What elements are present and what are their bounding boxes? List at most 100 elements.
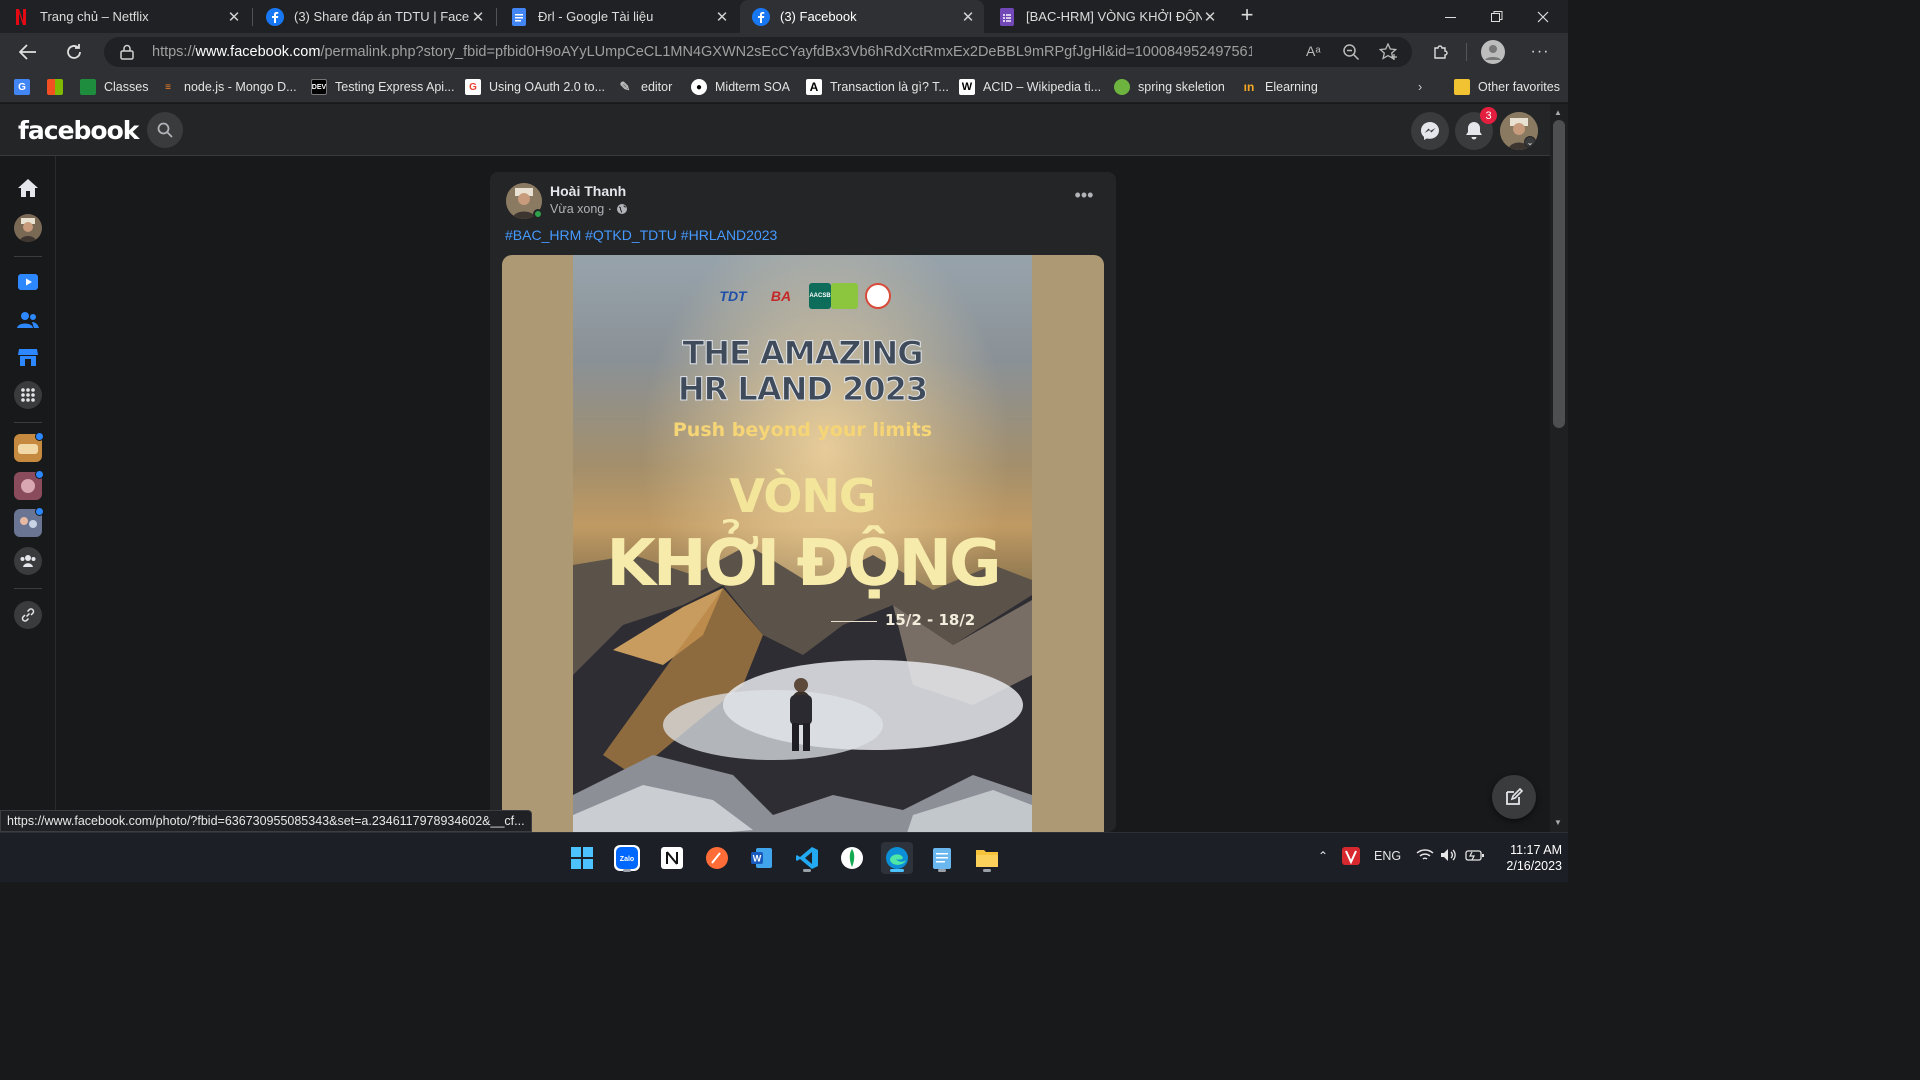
spring-icon [1114,79,1130,95]
input-language-indicator[interactable]: ENG [1374,849,1401,863]
start-button[interactable] [566,842,598,874]
read-aloud-icon[interactable]: Aᵃ [1306,43,1321,59]
bookmark-elearning[interactable]: ın Elearning [1241,77,1318,97]
zalo-app[interactable]: Zalo [611,842,643,874]
close-window-button[interactable] [1520,0,1566,33]
favorites-bar: G Classes ≡ node.js - Mongo D... DEV Testi… [0,71,1568,103]
scroll-up-arrow-icon[interactable]: ▲ [1554,108,1562,117]
notepad-icon [933,848,951,869]
browser-tab-strip: Trang chủ – Netflix ✕ (3) Share đáp án T… [0,0,1568,33]
file-explorer-app[interactable] [971,842,1003,874]
bookmarks-overflow-chevron-icon[interactable]: › [1418,77,1422,97]
zalo-icon: Zalo [614,845,640,871]
tab-title: (3) Share đáp án TDTU | Faceboo [294,9,470,24]
notepad-app[interactable] [926,842,958,874]
refresh-button[interactable] [60,39,88,65]
post-options-button[interactable]: ••• [1070,186,1098,212]
scroll-down-arrow-icon[interactable]: ▼ [1554,818,1562,827]
settings-more-icon[interactable]: ··· [1526,39,1554,65]
close-tab-icon[interactable]: ✕ [1202,8,1218,26]
online-status-dot [533,209,543,219]
link-button[interactable] [14,601,42,629]
tab-share-dap-an[interactable]: (3) Share đáp án TDTU | Faceboo ✕ [254,0,494,33]
edge-app[interactable] [881,842,913,874]
vscode-app[interactable] [791,842,823,874]
tab-google-docs[interactable]: Đrl - Google Tài liệu ✕ [498,0,738,33]
profile-avatar[interactable] [1479,39,1507,65]
mongodb-compass-app[interactable] [836,842,868,874]
tab-facebook-active[interactable]: (3) Facebook ✕ [740,0,984,33]
battery-icon[interactable] [1465,848,1485,865]
url-text[interactable]: https://www.facebook.com/permalink.php?s… [152,44,1252,60]
friends-button[interactable] [14,306,42,334]
bookmark-label: Using OAuth 2.0 to... [489,80,606,94]
rail-divider [14,588,42,589]
facebook-logo[interactable]: facebook [18,116,139,145]
lock-icon[interactable] [120,44,134,65]
word-app[interactable]: W [746,842,778,874]
close-tab-icon[interactable]: ✕ [226,8,242,26]
url-prefix: https:// [152,44,196,60]
close-tab-icon[interactable]: ✕ [960,8,976,26]
system-clock[interactable]: 11:17 AM 2/16/2023 [1492,842,1562,874]
microsoft-icon [47,79,63,95]
show-hidden-icons-chevron-icon[interactable]: ⌃ [1318,849,1328,863]
facebook-header: facebook ⌄ [0,104,1550,156]
vivaldi-tray-icon[interactable] [1342,847,1360,868]
other-favorites-folder[interactable]: Other favorites [1454,77,1560,97]
address-toolbar: https://www.facebook.com/permalink.php?s… [0,33,1568,71]
left-navigation-rail [0,156,56,832]
link-icon [21,608,35,622]
bookmark-midterm-soa[interactable]: ● Midterm SOA [691,77,790,97]
extensions-icon[interactable] [1427,39,1455,65]
new-message-button[interactable] [1492,775,1536,819]
home-button[interactable] [14,174,42,202]
bookmark-oauth[interactable]: G Using OAuth 2.0 to... [465,77,605,97]
new-tab-button[interactable]: + [1236,4,1258,28]
facebook-icon [266,7,284,26]
post-hashtags[interactable]: #BAC_HRM #QTKD_TDTU #HRLAND2023 [505,227,777,243]
bookmark-transaction[interactable]: A Transaction là gì? T... [806,77,949,97]
volume-icon[interactable] [1440,848,1458,865]
bookmark-classes[interactable]: Classes [80,77,148,97]
friends-icon [17,312,39,328]
tab-google-forms[interactable]: [BAC-HRM] VÒNG KHỞI ĐỘNG ( ✕ [986,0,1226,33]
wifi-icon[interactable] [1416,848,1434,865]
watch-button[interactable] [14,268,42,296]
minimize-button[interactable] [1428,0,1474,33]
account-avatar[interactable]: ⌄ [1500,112,1538,150]
unread-dot [35,432,44,441]
poster-heading-line1: VÒNG [729,469,876,523]
bookmark-microsoft[interactable] [47,77,71,97]
bookmark-nodejs-mongo[interactable]: ≡ node.js - Mongo D... [160,77,296,97]
post-timestamp[interactable]: Vừa xong · [550,202,628,216]
close-tab-icon[interactable]: ✕ [470,8,486,26]
tab-netflix[interactable]: Trang chủ – Netflix ✕ [0,0,250,33]
post-image[interactable]: TDT BA AACSB THE AMAZING HR LAND 2023 Pus… [502,255,1104,832]
back-button[interactable] [14,39,42,65]
groups-button[interactable] [14,547,42,575]
globe-icon [616,204,627,214]
bookmark-editor[interactable]: ✎ editor [617,77,673,97]
other-favorites-label: Other favorites [1478,80,1560,94]
favorites-star-icon[interactable] [1378,42,1399,66]
restore-button[interactable] [1474,0,1520,33]
post-author-name[interactable]: Hoài Thanh [550,183,626,199]
menu-button[interactable] [14,381,42,409]
notion-app[interactable] [656,842,688,874]
profile-shortcut[interactable] [14,214,42,242]
messenger-button[interactable] [1411,112,1449,150]
close-tab-icon[interactable]: ✕ [714,8,730,26]
bookmark-testing-express[interactable]: DEV Testing Express Api... [311,77,455,97]
running-indicator [623,869,631,872]
marketplace-button[interactable] [14,343,42,371]
postman-app[interactable] [701,842,733,874]
search-button[interactable] [147,112,183,148]
stackoverflow-icon: ≡ [165,81,171,93]
bookmark-acid-wikipedia[interactable]: W ACID – Wikipedia ti... [959,77,1101,97]
bookmark-spring-skeletion[interactable]: spring skeletion [1114,77,1225,97]
address-bar[interactable]: https://www.facebook.com/permalink.php?s… [104,37,1412,67]
page-scrollbar-thumb[interactable] [1553,120,1565,428]
zoom-out-icon[interactable] [1342,43,1360,66]
bookmark-translate[interactable]: G [14,77,38,97]
